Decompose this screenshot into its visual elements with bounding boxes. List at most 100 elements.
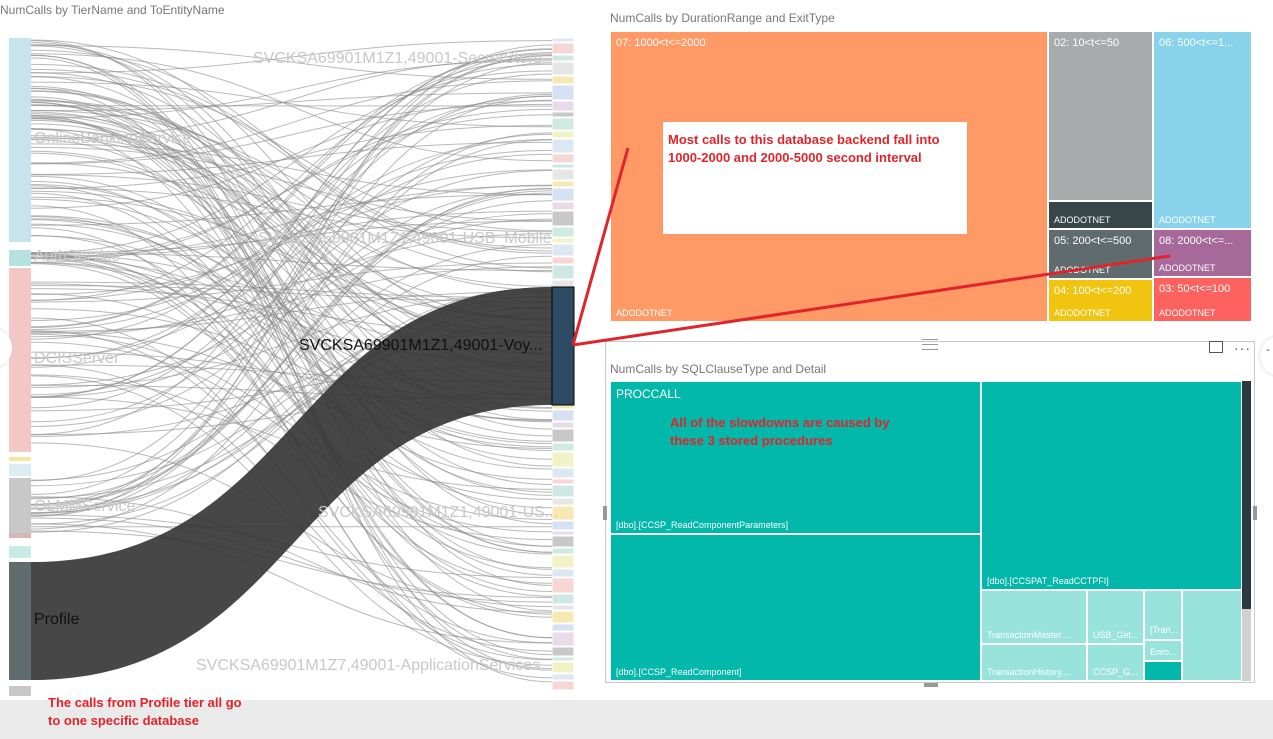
right-node-block-41 [551,577,575,594]
profile-annotation: The calls from Profile tier all go to on… [48,695,242,728]
resize-handle-bottom[interactable] [924,683,938,687]
right-node-block-2 [551,54,575,62]
tile-05-exit: ADODOTNET [1054,265,1111,275]
tile-small-group[interactable] [1182,590,1242,681]
right-node-block-25 [551,409,575,422]
proccall-group-label: PROCCALL [616,387,681,401]
read-component-label: [dbo].[CCSP_ReadComponent] [616,667,742,677]
right-node-label-secretstore: SVCKSA69901M1Z1,49001-SecretStore [253,50,543,67]
right-node-block-18 [551,226,575,238]
transaction-master-label: TransactionMaster.... [987,630,1071,640]
right-node-block-13 [551,168,575,181]
right-node-block-31 [551,478,575,485]
tile-03-range: 03: 50<t<=100 [1159,283,1231,295]
tile-04-range: 04: 100<t<=200 [1054,285,1132,297]
tile-read-cctpfi[interactable]: [dbo].[CCSPAT_ReadCCTPFI] [981,381,1242,590]
right-node-block-17 [551,210,575,227]
tile-tran[interactable]: [Tran... [1144,590,1182,640]
tile-05-200-500[interactable]: 05: 200<t<=500 ADODOTNET [1048,229,1153,279]
usb-get-label: USB_Get... [1093,630,1139,640]
tile-08-exit: ADODOTNET [1159,263,1216,273]
tile-ccsp-g[interactable]: CCSP_G... [1087,644,1144,681]
right-node-block-1 [551,42,575,55]
tile-03-50-100[interactable]: 03: 50<t<=100 ADODOTNET [1153,277,1252,322]
tile-usb-get[interactable]: USB_Get... [1087,590,1144,644]
left-node-bar-7 [9,546,31,558]
right-node-block-24 [551,404,575,410]
read-cctpfi-label: [dbo].[CCSPAT_ReadCCTPFI] [987,576,1109,586]
tile-06-range: 06: 500<t<=1... [1159,37,1234,49]
tile-small-dark[interactable] [1144,661,1182,681]
resize-handle-right[interactable] [1253,506,1257,520]
tile-07-range: 07: 1000<t<=2000 [616,37,706,49]
resize-grip-top-3 [922,349,938,350]
tile-transaction-master[interactable]: TransactionMaster.... [981,590,1087,644]
resize-grip-top-2 [922,344,938,345]
tile-transaction-history[interactable]: TransactionHistory.... [981,644,1087,681]
tile-read-component-parameters[interactable]: PROCCALL [dbo].[CCSP_ReadComponentParame… [610,381,981,534]
right-node-block-26 [551,421,575,429]
right-node-block-49 [551,661,575,674]
right-node-block-19 [551,237,575,244]
right-node-label-usbmobile: SVCKSA69901M1Z1,49001-USB_Mobile [258,230,552,247]
sql-treemap-title: NumCalls by SQLClauseType and Detail [610,362,827,376]
right-node-block-38 [551,547,575,555]
left-node-label-dcis: DCISServer [34,350,120,367]
left-node-bar-8 [9,562,31,680]
left-node-label-auth: AuthService [34,248,121,265]
right-node-block-37 [551,535,575,548]
right-node-block-44 [551,610,575,624]
tile-05-range: 05: 200<t<=500 [1054,235,1132,247]
tile-08-2000-5000[interactable]: 08: 2000<t<=... ADODOTNET [1153,229,1252,277]
left-node-label-onlinebanking: OnlineBankingService [34,130,192,147]
left-node-bar-3 [9,457,31,461]
right-node-block-48 [551,656,575,662]
resize-handle-left[interactable] [603,506,607,520]
left-node-bar-6 [9,533,31,538]
left-node-bar-9 [9,686,31,696]
more-options-icon[interactable]: ··· [1234,340,1251,356]
tile-enro[interactable]: Enro... [1144,640,1182,661]
transaction-history-label: TransactionHistory.... [987,667,1072,677]
left-node-label-profile: Profile [34,611,80,628]
tile-04-100-200[interactable]: 04: 100<t<=200 ADODOTNET [1048,279,1153,322]
flow-line-122 [30,92,553,111]
right-node-block-12 [551,163,575,169]
tile-03-exit: ADODOTNET [1159,308,1216,318]
right-node-block-16 [551,201,575,211]
right-node-block-4 [551,75,575,85]
right-node-block-27 [551,428,575,443]
tile-04-exit: ADODOTNET [1054,308,1111,318]
left-node-bar-1 [9,250,31,266]
tile-02-exit-strip[interactable]: ADODOTNET [1048,201,1153,229]
right-node-block-3 [551,61,575,76]
tile-08-range: 08: 2000<t<=... [1159,235,1234,247]
right-node-label-voy: SVCKSA69901M1Z1,49001-Voy... [299,337,543,354]
tile-07-exit: ADODOTNET [616,308,673,318]
right-node-block-43 [551,604,575,611]
right-node-block-10 [551,138,575,154]
right-node-block-7 [551,111,575,118]
right-node-block-15 [551,187,575,202]
right-node-block-11 [551,153,575,164]
voy-target-node [551,286,575,406]
tile-02-10-50[interactable]: 02: 10<t<=50 [1048,31,1153,201]
tile-06-500-1000[interactable]: 06: 500<t<=1... ADODOTNET [1153,31,1252,229]
sql-scrollbar-thumb[interactable] [1242,381,1251,609]
right-node-block-28 [551,442,575,452]
tile-02-exit: ADODOTNET [1054,215,1111,225]
database-annotation: Most calls to this database backend fall… [668,132,940,165]
resize-grip-top[interactable] [922,339,938,340]
right-node-block-30 [551,467,575,479]
right-node-block-46 [551,631,575,647]
right-node-block-40 [551,568,575,578]
right-node-block-21 [551,256,575,265]
left-node-bar-2 [9,268,31,452]
focus-mode-icon[interactable] [1209,341,1223,353]
tile-02-range: 02: 10<t<=50 [1054,37,1120,49]
right-node-label-us: SVCKSA69901M1Z1,49001-US... [318,504,559,521]
right-node-block-39 [551,554,575,569]
tile-read-component[interactable]: [dbo].[CCSP_ReadComponent] [610,534,981,681]
right-node-block-47 [551,646,575,657]
right-node-block-6 [551,100,575,112]
